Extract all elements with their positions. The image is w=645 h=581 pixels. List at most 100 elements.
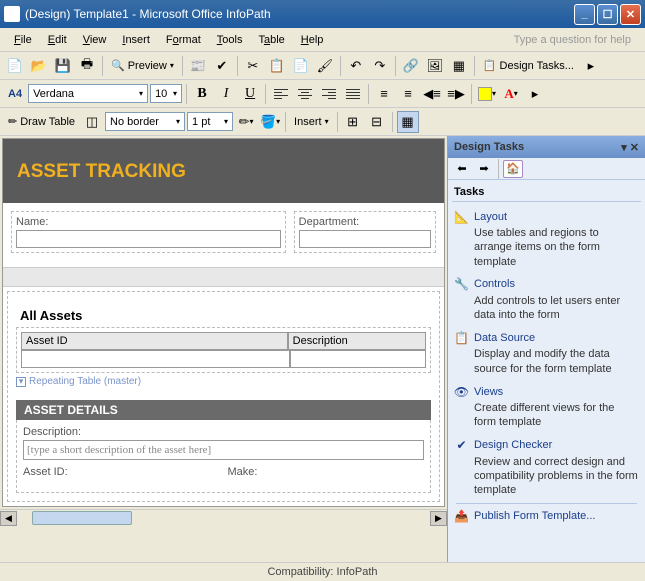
format-painter-icon[interactable]: 🖌 (314, 55, 336, 77)
preview-button[interactable]: 🔍Preview▾ (107, 57, 178, 74)
menu-table[interactable]: Table (250, 32, 292, 48)
all-assets-title: All Assets (16, 304, 431, 327)
bold-button[interactable]: B (191, 83, 213, 105)
task-pane-close-icon[interactable]: ✕ (630, 141, 639, 154)
scroll-thumb[interactable] (32, 511, 132, 525)
task-pane-menu-icon[interactable]: ▾ (621, 141, 627, 154)
task-pane-header: Design Tasks ▾ ✕ (448, 136, 645, 158)
menu-view[interactable]: View (75, 32, 115, 48)
border-style-select[interactable]: No border▾ (105, 112, 185, 131)
insert-hyperlink-icon[interactable]: 🔗 (400, 55, 422, 77)
department-field-group[interactable]: Department: (294, 211, 436, 253)
detail-asset-id-label: Asset ID: (23, 466, 220, 478)
nav-forward-icon[interactable]: ➡ (474, 160, 494, 178)
cut-icon[interactable]: ✂ (242, 55, 264, 77)
design-canvas[interactable]: ASSET TRACKING Name: Department: All Ass… (0, 136, 447, 562)
tasks-section-title: Tasks (448, 180, 645, 200)
paste-icon[interactable]: 📄 (290, 55, 312, 77)
border-color-button[interactable]: ✏▾ (235, 111, 257, 133)
toolbar-overflow-icon[interactable]: ▸ (580, 55, 602, 77)
align-justify-button[interactable] (342, 83, 364, 105)
task-views-desc: Create different views for the form temp… (454, 400, 639, 430)
scroll-left-button[interactable]: ◀ (0, 511, 17, 526)
assets-table[interactable]: Asset ID Description (16, 327, 431, 373)
menu-edit[interactable]: Edit (40, 32, 75, 48)
menu-file[interactable]: File (6, 32, 40, 48)
maximize-button[interactable]: ☐ (597, 4, 618, 25)
form-banner: ASSET TRACKING (3, 139, 444, 203)
spellcheck-icon[interactable]: ✔ (211, 55, 233, 77)
task-publish[interactable]: 📤Publish Form Template... (454, 509, 639, 525)
task-controls-desc: Add controls to let users enter data int… (454, 293, 639, 323)
increase-indent-button[interactable]: ≡▶ (445, 83, 467, 105)
border-width-select[interactable]: 1 pt▾ (187, 112, 233, 131)
task-data-source[interactable]: 📋Data Source (454, 330, 639, 346)
data-source-icon: 📋 (454, 330, 469, 345)
desc-input[interactable]: [type a short description of the asset h… (23, 440, 424, 460)
align-right-button[interactable] (318, 83, 340, 105)
department-input[interactable] (299, 230, 431, 248)
decrease-indent-button[interactable]: ◀≡ (421, 83, 443, 105)
name-input[interactable] (16, 230, 281, 248)
menu-bar: File Edit View Insert Format Tools Table… (0, 28, 645, 52)
task-list: 📐Layout Use tables and regions to arrang… (448, 203, 645, 562)
italic-button[interactable]: I (215, 83, 237, 105)
close-button[interactable]: ✕ (620, 4, 641, 25)
numbering-button[interactable]: ≡ (397, 83, 419, 105)
insert-table-icon[interactable]: ▦ (448, 55, 470, 77)
minimize-button[interactable]: _ (574, 4, 595, 25)
merge-cells-icon[interactable]: ⊞ (342, 111, 364, 133)
split-cells-icon[interactable]: ⊟ (366, 111, 388, 133)
horizontal-scrollbar[interactable]: ◀ ▶ (0, 509, 447, 526)
align-left-button[interactable] (270, 83, 292, 105)
font-indicator[interactable]: A4 (4, 86, 26, 102)
col-description: Description (288, 332, 426, 350)
copy-icon[interactable]: 📋 (266, 55, 288, 77)
undo-icon[interactable]: ↶ (345, 55, 367, 77)
align-center-button[interactable] (294, 83, 316, 105)
redo-icon[interactable]: ↷ (369, 55, 391, 77)
draw-table-button[interactable]: ✏Draw Table (4, 113, 79, 130)
standard-toolbar: 📄 📂 💾 🖶 🔍Preview▾ 📰 ✔ ✂ 📋 📄 🖌 ↶ ↷ 🔗 🖼 ▦ … (0, 52, 645, 80)
table-grid-icon[interactable]: ▦ (397, 111, 419, 133)
task-views[interactable]: 👁Views (454, 384, 639, 400)
task-pane-title: Design Tasks (454, 141, 524, 153)
print-preview-icon[interactable]: 📰 (187, 55, 209, 77)
bullets-button[interactable]: ≡ (373, 83, 395, 105)
menu-help[interactable]: Help (293, 32, 332, 48)
task-design-checker[interactable]: ✔Design Checker (454, 438, 639, 454)
new-icon[interactable]: 📄 (4, 55, 26, 77)
title-text: (Design) Template1 - Microsoft Office In… (25, 7, 574, 21)
print-icon[interactable]: 🖶 (76, 55, 98, 77)
eraser-icon[interactable]: ◫ (81, 111, 103, 133)
nav-home-icon[interactable]: 🏠 (503, 160, 523, 178)
highlight-button[interactable]: ▾ (476, 83, 498, 105)
task-layout[interactable]: 📐Layout (454, 209, 639, 225)
design-tasks-button[interactable]: 📋Design Tasks... (479, 57, 578, 74)
font-size-select[interactable]: 10▾ (150, 84, 182, 103)
layout-icon: 📐 (454, 209, 469, 224)
font-color-button[interactable]: A▾ (500, 83, 522, 105)
name-field-group[interactable]: Name: (11, 211, 286, 253)
help-search-box[interactable]: Type a question for help (514, 34, 639, 46)
task-controls[interactable]: 🔧Controls (454, 277, 639, 293)
insert-picture-icon[interactable]: 🖼 (424, 55, 446, 77)
task-pane-nav: ⬅ ➡ 🏠 (448, 158, 645, 180)
scroll-right-button[interactable]: ▶ (430, 511, 447, 526)
status-bar: Compatibility: InfoPath (0, 562, 645, 581)
nav-back-icon[interactable]: ⬅ (452, 160, 472, 178)
save-icon[interactable]: 💾 (52, 55, 74, 77)
menu-tools[interactable]: Tools (209, 32, 251, 48)
asset-details-section[interactable]: ASSET DETAILS Description: [type a short… (16, 400, 431, 493)
repeating-table-hint[interactable]: ▾Repeating Table (master) (16, 373, 431, 390)
fill-color-button[interactable]: 🪣▾ (259, 111, 281, 133)
font-name-select[interactable]: Verdana▾ (28, 84, 148, 103)
underline-button[interactable]: U (239, 83, 261, 105)
cell-description[interactable] (290, 350, 426, 368)
cell-asset-id[interactable] (21, 350, 290, 368)
menu-format[interactable]: Format (158, 32, 209, 48)
menu-insert[interactable]: Insert (114, 32, 158, 48)
open-icon[interactable]: 📂 (28, 55, 50, 77)
toolbar2-overflow-icon[interactable]: ▸ (524, 83, 546, 105)
insert-button[interactable]: Insert▾ (290, 114, 333, 130)
